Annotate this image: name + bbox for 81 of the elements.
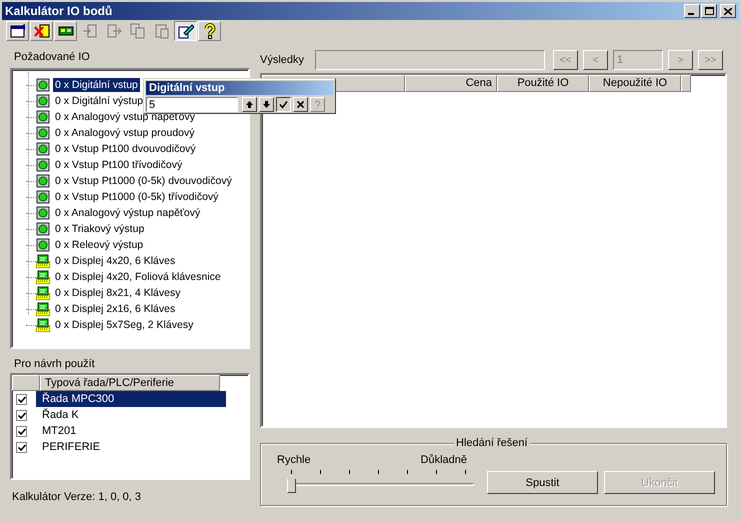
section-label: Pro návrh použít (13, 357, 96, 372)
maximize-button[interactable] (701, 4, 717, 18)
status-led-icon (36, 110, 50, 124)
status-led-icon (36, 222, 50, 236)
status-led-icon (36, 126, 50, 140)
help-icon (202, 23, 218, 39)
tree-item[interactable]: 0 x Vstup Pt1000 (0-5k) dvouvodičový (53, 174, 234, 188)
document-arrow-icon (106, 23, 122, 39)
display-icon (36, 318, 50, 332)
tree-item[interactable]: 0 x Vstup Pt100 dvouvodičový (53, 142, 198, 156)
checkmark-icon (18, 412, 26, 418)
display-icon (36, 286, 50, 300)
display-icon (36, 302, 50, 316)
slider-track[interactable] (287, 475, 474, 493)
tree-item[interactable]: 0 x Analogový výstup napěťový (53, 206, 202, 220)
document-arrow-icon (82, 23, 98, 39)
version-value: 1, 0, 0, 3 (98, 491, 142, 503)
display-icon (36, 270, 50, 284)
tree-item[interactable]: 0 x Digitální výstup (53, 94, 146, 108)
version-label: Kalkulátor Verze: (12, 491, 96, 503)
status-led-icon (36, 206, 50, 220)
question-icon (313, 100, 322, 109)
status-led-icon (36, 142, 50, 156)
section-label: Požadované IO (13, 50, 91, 65)
tree-item[interactable]: 0 x Displej 8x21, 4 Klávesy (53, 286, 182, 300)
checkmark-icon (18, 444, 26, 450)
column-header: Cena (405, 75, 497, 92)
checkbox[interactable] (16, 410, 27, 420)
checkbox[interactable] (16, 442, 27, 452)
tree-item[interactable]: 0 x Analogový vstup proudový (53, 126, 197, 140)
status-led-icon (36, 238, 50, 252)
tree-item[interactable]: 0 x Displej 5x7Seg, 2 Klávesy (53, 318, 196, 332)
status-led-icon (36, 158, 50, 172)
tree-item[interactable]: 0 x Triakový výstup (53, 222, 146, 236)
close-icon (724, 8, 732, 14)
status-led-icon (36, 174, 50, 188)
close-button[interactable] (720, 4, 736, 18)
list-item[interactable]: PERIFERIE (36, 439, 226, 455)
up-arrow-icon (245, 100, 254, 109)
action-button[interactable]: Spustit (487, 471, 598, 494)
group-title: Hledání řešení (454, 437, 530, 449)
tree-item[interactable]: 0 x Displej 4x20, Foliová klávesnice (53, 270, 223, 284)
status-led-icon (36, 190, 50, 204)
checkbox[interactable] (16, 426, 27, 436)
display-icon (36, 254, 50, 268)
paste-icon (154, 23, 170, 39)
tree-item[interactable]: 0 x Displej 2x16, 6 Kláves (53, 302, 178, 316)
list-item[interactable]: Řada MPC300 (36, 391, 226, 407)
list-item[interactable]: Řada K (36, 407, 226, 423)
maximize-icon (704, 7, 714, 15)
value-field[interactable]: 5 (146, 97, 238, 112)
results-label: Výsledky (260, 54, 306, 66)
list-item[interactable]: MT201 (36, 423, 226, 439)
popup-button[interactable] (276, 97, 291, 112)
column-header: Nepoužité IO (589, 75, 681, 92)
slider-label: Důkladně (420, 454, 467, 466)
down-arrow-icon (262, 100, 271, 109)
toolbar-button[interactable] (174, 21, 197, 41)
tree-item[interactable]: 0 x Displej 4x20, 6 Kláves (53, 254, 178, 268)
checkmark-icon (18, 428, 26, 434)
copy-icon (130, 23, 146, 39)
tree-item[interactable]: 0 x Vstup Pt1000 (0-5k) třívodičový (53, 190, 220, 204)
tree-item[interactable]: 0 x Digitální vstup (53, 78, 140, 92)
checkmark-icon (18, 396, 26, 402)
status-led-icon (36, 94, 50, 108)
checkmark-icon (279, 100, 288, 109)
window-title: Kalkulátor IO bodů (5, 4, 112, 18)
tree-item[interactable]: 0 x Releový výstup (53, 238, 146, 252)
close-icon (296, 100, 305, 109)
edit-document-icon (178, 23, 194, 39)
tree-item[interactable]: 0 x Vstup Pt100 třívodičový (53, 158, 184, 172)
popup-title: Digitální vstup (146, 81, 333, 95)
slider-label: Rychle (277, 454, 311, 466)
window-icon (10, 23, 26, 39)
delete-icon (34, 23, 50, 39)
minimize-button[interactable] (684, 4, 700, 18)
status-led-icon (36, 78, 50, 92)
column-header: Použité IO (497, 75, 589, 92)
slider-thumb[interactable] (287, 475, 296, 493)
checkbox[interactable] (16, 394, 27, 404)
column-header: Typová řada/PLC/Periferie (40, 375, 220, 391)
